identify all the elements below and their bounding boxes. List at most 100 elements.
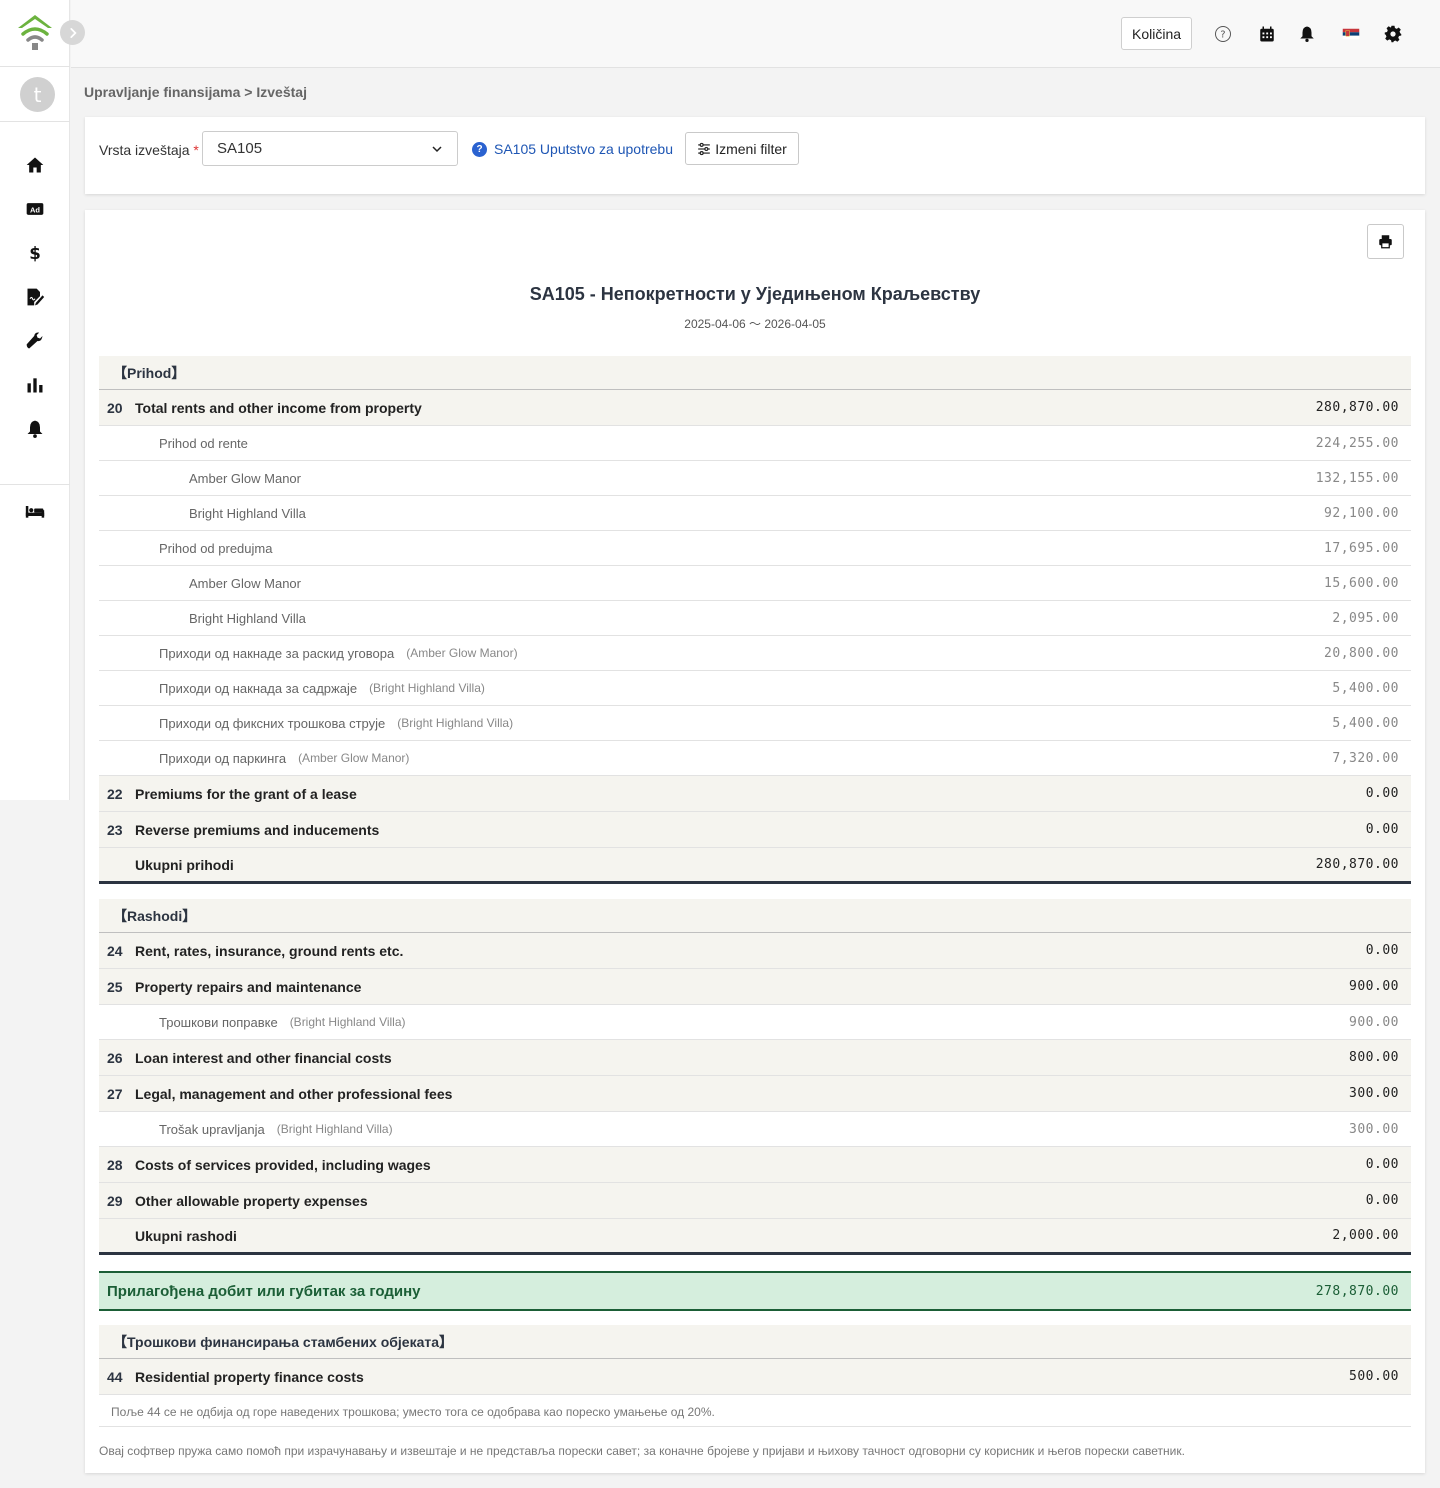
finance-note: Поље 44 се не одбија од горе наведених т…: [111, 1405, 715, 1419]
property-name: (Bright Highland Villa): [369, 681, 485, 695]
printer-icon: [1379, 235, 1392, 249]
report-detail-row: Amber Glow Manor 132,155.00: [99, 461, 1411, 496]
finance-costs-table: 【Трошкови финансирања стамбених објеката…: [99, 1325, 1411, 1395]
breadcrumb: Upravljanje finansijama > Izveštaj: [84, 84, 307, 100]
line-number: 23: [107, 821, 123, 838]
report-line-row: 26 Loan interest and other financial cost…: [99, 1040, 1411, 1076]
expense-section-header: 【Rashodi】: [99, 899, 1411, 933]
svg-text:$: $: [29, 244, 41, 263]
report-line-row: 24 Rent, rates, insurance, ground rents e…: [99, 933, 1411, 969]
property-name: (Bright Highland Villa): [397, 716, 514, 730]
line-number: 27: [107, 1085, 123, 1102]
wrench-icon[interactable]: [23, 330, 47, 352]
report-type-label: Vrsta izveštaja *: [99, 142, 199, 158]
report-type-select[interactable]: SA105: [202, 131, 458, 166]
adjusted-profit-label: Прилагођена добит или губитак за годину: [107, 1282, 421, 1300]
line-value: 300.00: [1349, 1121, 1399, 1137]
line-label: Bright Highland Villa: [189, 610, 306, 626]
line-label: Ukupni prihodi: [135, 856, 234, 873]
note-divider: [99, 1426, 1411, 1427]
ad-icon[interactable]: Ad: [23, 198, 47, 220]
required-mark: *: [193, 142, 199, 158]
line-value: 5,400.00: [1332, 715, 1399, 731]
line-label: Residential property finance costs: [135, 1368, 364, 1385]
sliders-icon: [698, 142, 711, 155]
adjusted-profit-value: 278,870.00: [1315, 1283, 1399, 1299]
report-detail-row: Bright Highland Villa 2,095.00: [99, 601, 1411, 636]
disclaimer: Овај софтвер пружа само помоћ при израчу…: [99, 1444, 1185, 1458]
report-card: SA105 - Непокретности у Уједињеном Краље…: [85, 210, 1425, 1473]
calendar-icon[interactable]: [1257, 24, 1277, 44]
guide-link[interactable]: ? SA105 Uputstvo za upotrebu: [472, 141, 673, 157]
property-name: (Bright Highland Villa): [289, 1015, 406, 1029]
line-label: Prihod od predujma: [159, 540, 273, 556]
line-label: Reverse premiums and inducements: [135, 821, 380, 838]
report-detail-row: Trošak upravljanja (Bright Highland Villa…: [99, 1112, 1411, 1147]
sidebar-divider: [0, 121, 70, 122]
property-name: (Bright Highland Villa): [276, 1122, 393, 1136]
report-type-selected-value: SA105: [217, 140, 263, 157]
line-value: 2,000.00: [1332, 1228, 1399, 1243]
line-label: Legal, management and other professional…: [135, 1085, 453, 1102]
print-button[interactable]: [1367, 224, 1404, 259]
line-number: 25: [107, 978, 123, 995]
logo-icon: [18, 15, 52, 50]
home-icon[interactable]: [23, 154, 47, 176]
total-row: Ukupni prihodi 280,870.00: [99, 848, 1411, 884]
breadcrumb-current: Izveštaj: [256, 84, 307, 100]
report-line-row: 27 Legal, management and other profession…: [99, 1076, 1411, 1112]
bar-chart-icon[interactable]: [23, 374, 47, 396]
notification-bell-icon[interactable]: [1297, 24, 1317, 44]
serbia-flag-icon[interactable]: [1341, 24, 1361, 44]
line-label: Amber Glow Manor: [189, 470, 301, 486]
report-detail-row: Bright Highland Villa 92,100.00: [99, 496, 1411, 531]
breadcrumb-parent-link[interactable]: Upravljanje finansijama: [84, 84, 240, 100]
line-value: 5,400.00: [1332, 680, 1399, 696]
sidebar-expand-button[interactable]: [60, 20, 85, 45]
bed-icon[interactable]: [23, 500, 47, 522]
edit-filter-button[interactable]: Izmeni filter: [685, 132, 799, 165]
line-value: 0.00: [1365, 786, 1399, 801]
sidebar-divider: [0, 66, 70, 67]
line-number: 44: [107, 1368, 123, 1385]
report-detail-row: Приходи од паркинга (Amber Glow Manor) 7,3…: [99, 741, 1411, 776]
report-line-row: 28 Costs of services provided, including …: [99, 1147, 1411, 1183]
line-number: 22: [107, 785, 123, 802]
report-detail-row: Prihod od rente 224,255.00: [99, 426, 1411, 461]
line-number: 20: [107, 399, 123, 416]
bell-icon[interactable]: [23, 418, 47, 440]
report-detail-row: Трошкови поправке (Bright Highland Villa)…: [99, 1005, 1411, 1040]
line-label: Rent, rates, insurance, ground rents etc…: [135, 942, 404, 959]
topbar: Količina ?: [71, 0, 1440, 68]
line-value: 500.00: [1349, 1369, 1399, 1384]
line-label: Приходи од фиксних трошкова струје: [159, 715, 386, 731]
line-label: Trošak upravljanja: [159, 1121, 265, 1137]
finance-section-header: 【Трошкови финансирања стамбених објеката…: [99, 1325, 1411, 1359]
filter-card: Vrsta izveštaja * SA105 ? SA105 Uputstvo…: [85, 117, 1425, 194]
report-detail-row: Приходи од накнаде за раскид уговора (Amb…: [99, 636, 1411, 671]
contract-icon[interactable]: [23, 286, 47, 308]
line-label: Loan interest and other financial costs: [135, 1049, 392, 1066]
line-value: 280,870.00: [1315, 857, 1399, 872]
line-number: 29: [107, 1192, 123, 1209]
report-line-row: 22 Premiums for the grant of a lease 0.00: [99, 776, 1411, 812]
line-value: 0.00: [1365, 943, 1399, 958]
settings-gear-icon[interactable]: [1383, 24, 1403, 44]
line-number: 26: [107, 1049, 123, 1066]
quantity-button[interactable]: Količina: [1121, 17, 1192, 50]
line-label: Prihod od rente: [159, 435, 248, 451]
adjusted-profit-row: Прилагођена добит или губитак за годину …: [99, 1271, 1411, 1311]
report-title: SA105 - Непокретности у Уједињеном Краље…: [529, 284, 981, 304]
expense-table: 【Rashodi】 24 Rent, rates, insurance, grou…: [99, 899, 1411, 1255]
svg-text:?: ?: [1220, 29, 1225, 40]
avatar[interactable]: t: [20, 77, 55, 112]
total-row: Ukupni rashodi 2,000.00: [99, 1219, 1411, 1255]
line-value: 0.00: [1365, 1193, 1399, 1208]
sidebar: t Ad $: [0, 0, 70, 800]
breadcrumb-separator: >: [244, 84, 253, 100]
help-icon[interactable]: ?: [1213, 24, 1233, 44]
line-label: Трошкови поправке: [159, 1014, 278, 1030]
report-line-row: 23 Reverse premiums and inducements 0.00: [99, 812, 1411, 848]
line-value: 900.00: [1349, 979, 1399, 994]
dollar-icon[interactable]: $: [23, 242, 47, 264]
